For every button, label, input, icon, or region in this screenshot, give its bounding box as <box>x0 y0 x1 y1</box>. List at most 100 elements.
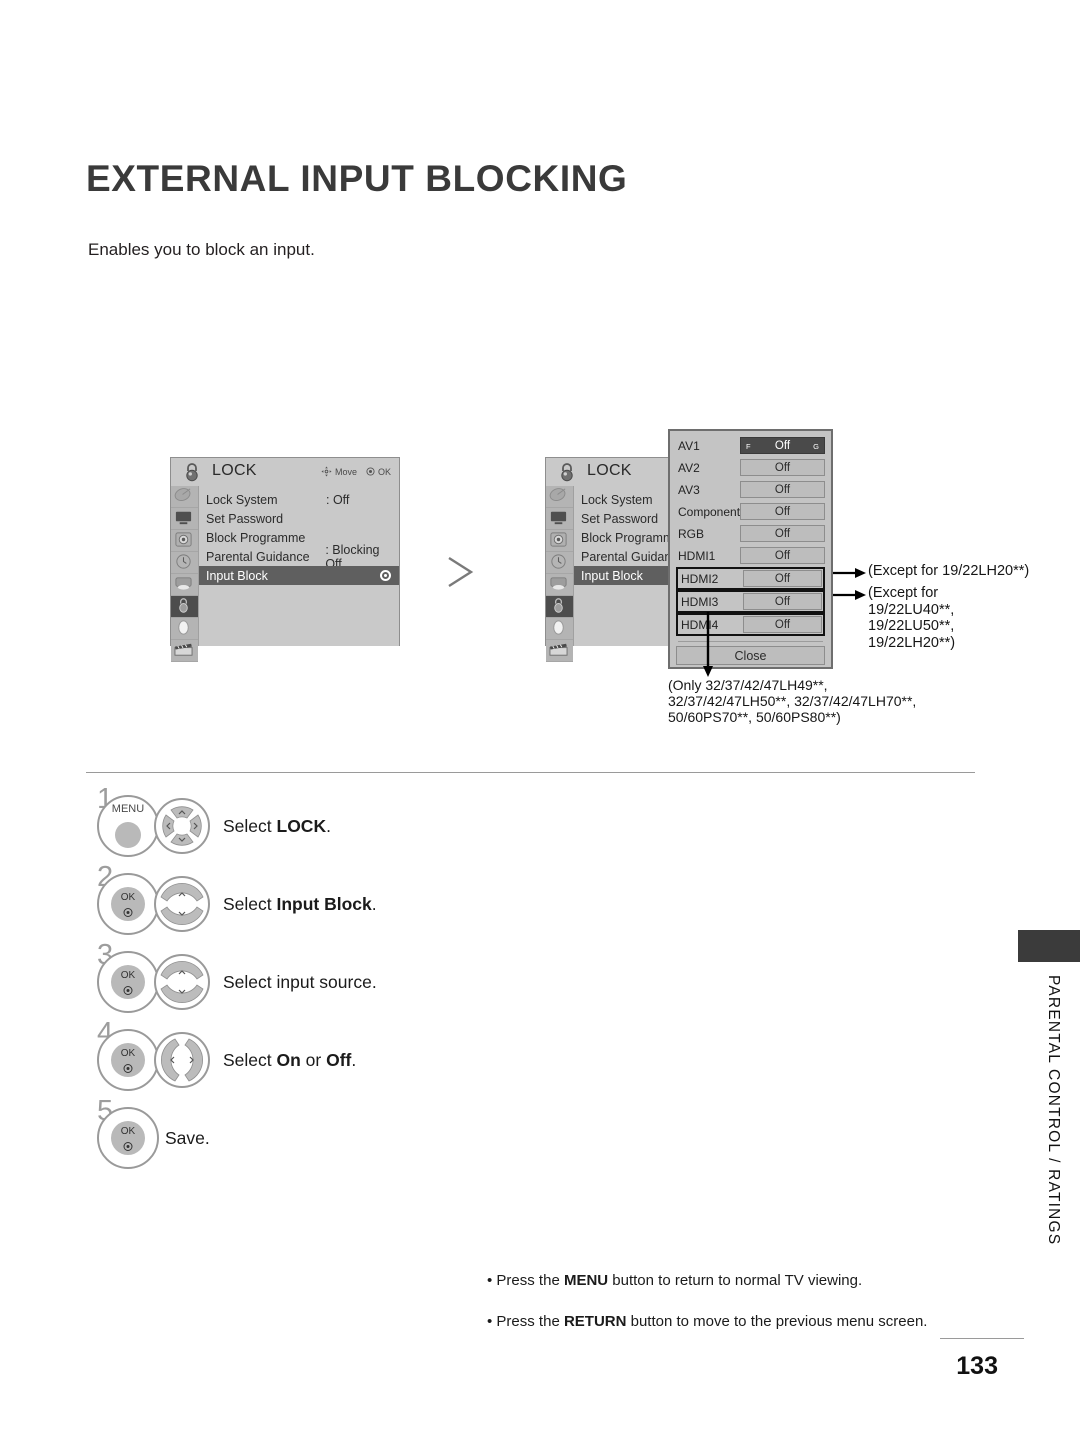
manual-page: EXTERNAL INPUT BLOCKING Enables you to b… <box>0 0 1080 1439</box>
input-row-hdmi3[interactable]: HDMI3 Off <box>676 590 825 613</box>
osd-row-set-password[interactable]: Set Password <box>199 509 399 528</box>
rail-picture-icon[interactable] <box>546 508 573 530</box>
osd-hints: Move OK <box>321 466 391 477</box>
ok-button[interactable]: OK <box>97 1029 159 1091</box>
osd-row-input-block[interactable]: Input Block <box>199 566 399 585</box>
osd-row-label: Input Block <box>206 568 268 583</box>
input-state-toggle[interactable]: F Off G <box>740 437 825 454</box>
note-hdmi3: (Except for 19/22LU40**, 19/22LU50**, 19… <box>868 585 956 652</box>
input-state-value: Off <box>774 483 791 496</box>
rail-option-icon[interactable] <box>546 574 573 596</box>
input-state-toggle[interactable]: Off <box>740 503 825 520</box>
rail-option-icon[interactable] <box>171 574 198 596</box>
ok-button-label: OK <box>120 1048 136 1059</box>
divider-page-number <box>940 1338 1024 1339</box>
nav-wheel-updown[interactable] <box>153 953 211 1011</box>
section-label: PARENTAL CONTROL / RATINGS <box>1045 975 1062 1246</box>
input-state-toggle[interactable]: Off <box>740 525 825 542</box>
rail-usb-icon[interactable] <box>546 618 573 640</box>
input-state-value: Off <box>774 527 791 540</box>
input-row-component[interactable]: Component Off <box>676 501 825 522</box>
ok-button-label: OK <box>120 1126 136 1137</box>
next-arrow-icon[interactable]: G <box>813 442 819 451</box>
rail-time-icon[interactable] <box>171 552 198 574</box>
osd-row-label: Parental Guidance <box>206 549 310 564</box>
nav-wheel-leftright[interactable] <box>153 1031 211 1089</box>
rail-picture-icon[interactable] <box>171 508 198 530</box>
input-row-label: AV3 <box>678 482 700 497</box>
osd-icon-rail <box>171 486 199 662</box>
note-hdmi4: (Only 32/37/42/47LH49**, 32/37/42/47LH50… <box>668 677 917 726</box>
step-3: 3 OK Select input source. <box>97 939 377 1013</box>
ok-dot-icon <box>123 986 133 995</box>
input-row-hdmi1[interactable]: HDMI1 Off <box>676 545 825 566</box>
hint-move: Move <box>321 466 357 477</box>
rail-movie-icon[interactable] <box>546 640 573 662</box>
osd-row-value: : Off <box>326 492 350 507</box>
step-4: 4 OK Select On or Off. <box>97 1017 356 1091</box>
step-4-text: Select On or Off. <box>223 1050 356 1071</box>
input-row-hdmi4[interactable]: HDMI4 Off <box>676 613 825 636</box>
rail-audio-icon[interactable] <box>171 530 198 552</box>
input-row-label: HDMI2 <box>681 571 719 586</box>
nav-wheel-4way[interactable] <box>153 797 211 855</box>
input-state-value: Off <box>774 572 791 585</box>
step-text-bold: Off <box>326 1049 352 1070</box>
footer-text-part: • Press the <box>487 1272 564 1289</box>
rail-lock-icon[interactable] <box>546 596 573 618</box>
nav-wheel-updown[interactable] <box>153 875 211 933</box>
input-state-toggle[interactable]: Off <box>743 616 822 633</box>
input-state-toggle[interactable]: Off <box>740 459 825 476</box>
selected-radio-icon <box>380 570 391 581</box>
input-state-toggle[interactable]: Off <box>740 481 825 498</box>
rail-audio-icon[interactable] <box>546 530 573 552</box>
step-5: 5 OK Save. <box>97 1095 210 1169</box>
input-row-av2[interactable]: AV2 Off <box>676 457 825 478</box>
rail-movie-icon[interactable] <box>171 640 198 662</box>
hint-move-label: Move <box>334 466 357 477</box>
step-2-text: Select Input Block. <box>223 894 377 915</box>
input-row-rgb[interactable]: RGB Off <box>676 523 825 544</box>
footer-text-part: • Press the <box>487 1313 564 1330</box>
step-1-text: Select LOCK. <box>223 816 331 837</box>
ok-button[interactable]: OK <box>97 873 159 935</box>
input-row-label: HDMI3 <box>681 594 719 609</box>
rail-satellite-dish-icon[interactable] <box>546 486 573 508</box>
osd-menu-list-1: Lock System : Off Set Password Block Pro… <box>199 486 399 646</box>
input-state-value: Off <box>774 505 791 518</box>
menu-button[interactable]: MENU <box>97 795 159 857</box>
osd-row-parental-guidance[interactable]: Parental Guidance : Blocking Off <box>199 543 399 571</box>
close-button[interactable]: Close <box>676 646 825 665</box>
input-state-toggle[interactable]: Off <box>743 593 822 610</box>
step-text-part: . <box>351 1049 357 1070</box>
step-text-bold: Input Block <box>276 893 372 914</box>
input-row-av1[interactable]: AV1 F Off G <box>676 435 825 456</box>
input-state-value: Off <box>774 618 791 631</box>
hint-ok: OK <box>366 467 391 477</box>
input-row-hdmi2[interactable]: HDMI2 Off <box>676 567 825 590</box>
ok-dot-icon <box>123 908 133 917</box>
prev-arrow-icon[interactable]: F <box>746 442 751 451</box>
hint-ok-label: OK <box>377 466 391 477</box>
footer-text-bold: MENU <box>563 1272 609 1289</box>
input-state-toggle[interactable]: Off <box>743 570 822 587</box>
rail-time-icon[interactable] <box>546 552 573 574</box>
input-state-value: Off <box>774 549 791 562</box>
osd-body: Lock System : Off Set Password Block Pro… <box>171 486 399 662</box>
ok-button[interactable]: OK <box>97 951 159 1013</box>
ok-button[interactable]: OK <box>97 1107 159 1169</box>
footer-note-menu: • Press the MENU button to return to nor… <box>487 1272 862 1289</box>
input-row-av3[interactable]: AV3 Off <box>676 479 825 500</box>
step-text-part: Save. <box>165 1127 210 1148</box>
step-text-part: Select input source. <box>223 971 377 992</box>
input-block-dialog: AV1 F Off G AV2 Off AV3 Off Component Of… <box>668 429 833 669</box>
rail-lock-icon[interactable] <box>171 596 198 618</box>
ok-dot-icon <box>123 1142 133 1151</box>
move-icon <box>321 466 332 477</box>
footer-text-part: button to return to normal TV viewing. <box>608 1272 863 1289</box>
rail-usb-icon[interactable] <box>171 618 198 640</box>
osd-row-lock-system[interactable]: Lock System : Off <box>199 490 399 509</box>
rail-satellite-dish-icon[interactable] <box>171 486 198 508</box>
input-state-toggle[interactable]: Off <box>740 547 825 564</box>
step-text-bold: LOCK <box>276 815 327 836</box>
